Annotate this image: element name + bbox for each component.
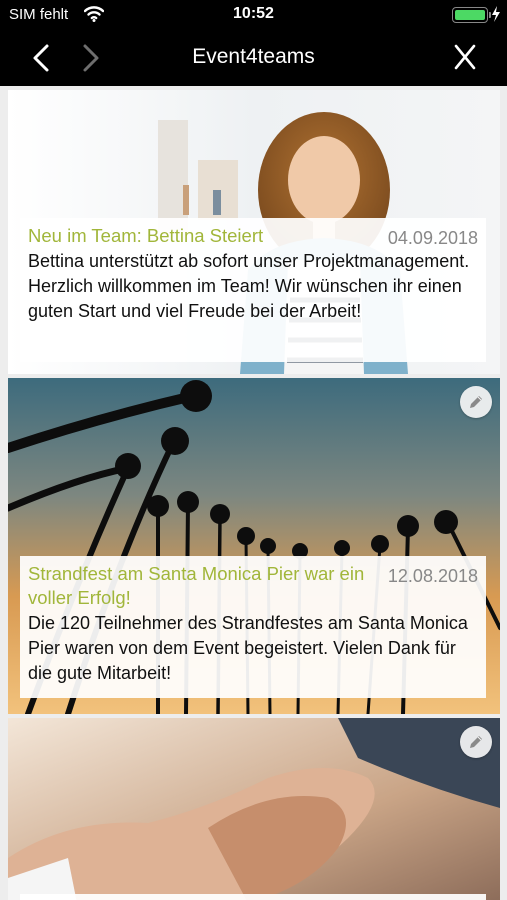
edit-button[interactable] xyxy=(460,386,492,418)
charging-bolt-icon xyxy=(491,5,501,28)
navigation-bar: Event4teams xyxy=(0,30,507,86)
close-icon[interactable] xyxy=(452,42,478,72)
news-body: Bettina unterstützt ab sofort unser Proj… xyxy=(28,251,470,321)
news-feed: Neu im Team: Bettina Steiert 04.09.2018 … xyxy=(0,86,507,900)
status-bar: SIM fehlt 10:52 xyxy=(0,0,507,30)
edit-button[interactable] xyxy=(460,726,492,758)
news-text-panel: Strandfest am Santa Monica Pier war ein … xyxy=(20,556,486,698)
page-title: Event4teams xyxy=(192,45,315,68)
news-date: 04.09.2018 xyxy=(387,228,478,248)
news-body: Die 120 Teilnehmer des Strandfestes am S… xyxy=(28,613,468,683)
news-text-panel: Neu im Team: Bettina Steiert 04.09.2018 … xyxy=(20,218,486,362)
news-date: 12.08.2018 xyxy=(387,566,478,586)
battery-icon xyxy=(452,7,491,23)
news-card[interactable] xyxy=(8,718,500,900)
pencil-icon xyxy=(470,396,482,408)
pencil-icon xyxy=(470,736,482,748)
news-card[interactable]: Strandfest am Santa Monica Pier war ein … xyxy=(8,378,500,714)
news-card[interactable]: Neu im Team: Bettina Steiert 04.09.2018 … xyxy=(8,90,500,374)
news-text-panel xyxy=(20,894,486,900)
clock: 10:52 xyxy=(233,5,274,22)
news-image xyxy=(8,718,500,900)
